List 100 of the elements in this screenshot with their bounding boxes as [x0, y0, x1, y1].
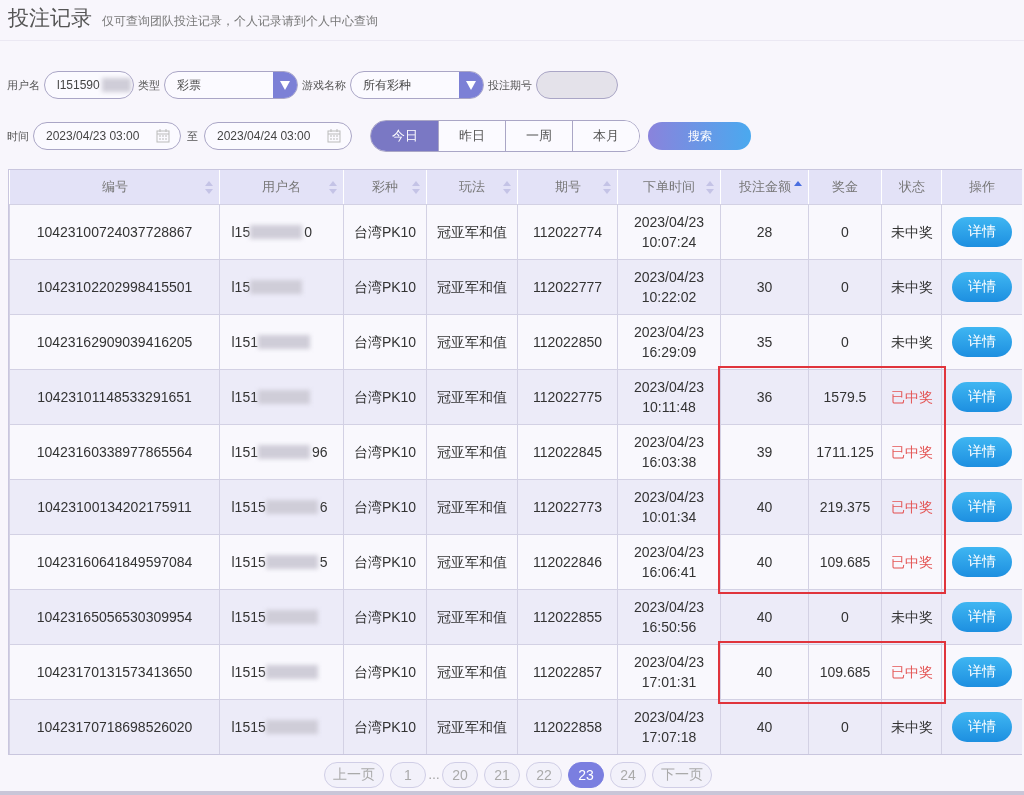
page-button[interactable]: 21 [484, 762, 520, 788]
table-cell-text: 2023/04/23 [633, 598, 705, 617]
table-cell-text: 冠亚军和值 [437, 718, 507, 737]
table-cell-text: 0 [841, 608, 849, 627]
status-text: 已中奖 [890, 388, 933, 407]
table-cell-text: 台湾PK10 [353, 498, 417, 517]
table-cell-text: 96 [311, 443, 328, 462]
caret-icon [280, 80, 290, 90]
detail-button[interactable]: 详情 [952, 602, 1012, 632]
table-cell-text: 109.685 [819, 553, 871, 572]
type-dropdown[interactable]: 彩票 [164, 71, 298, 99]
page-button[interactable]: 24 [610, 762, 646, 788]
detail-button[interactable]: 详情 [952, 657, 1012, 687]
status-text: 未中奖 [890, 718, 933, 737]
table-cell-text: 36 [756, 388, 773, 407]
table-cell-text: 台湾PK10 [353, 388, 417, 407]
column-header[interactable]: 用户名 [219, 170, 343, 204]
next-page-button[interactable]: 下一页 [652, 762, 712, 788]
status-text: 已中奖 [890, 663, 933, 682]
table-cell-text: 40 [756, 498, 773, 517]
table-cell-text: 2023/04/23 [633, 543, 705, 562]
table-cell-text: 台湾PK10 [353, 223, 417, 242]
calendar-icon [327, 129, 341, 143]
end-date-field[interactable]: 2023/04/24 03:00 [204, 122, 352, 150]
column-header[interactable]: 下单时间 [617, 170, 720, 204]
blurred-patch [101, 78, 131, 92]
blurred-patch [265, 665, 318, 679]
detail-button[interactable]: 详情 [952, 547, 1012, 577]
search-button[interactable]: 搜索 [648, 122, 751, 150]
table-cell-text: 109.685 [819, 663, 871, 682]
username-field[interactable]: l151590 [44, 71, 134, 99]
table-cell-text: 2023/04/23 [633, 213, 705, 232]
type-label: 类型 [138, 77, 160, 93]
table-cell-text: 冠亚军和值 [437, 223, 507, 242]
period-field[interactable] [536, 71, 618, 99]
table-cell-text: 10:11:48 [642, 398, 696, 417]
table-cell-text: l151 [231, 333, 258, 352]
range-tab[interactable]: 本月 [572, 121, 639, 151]
page-button[interactable]: 20 [442, 762, 478, 788]
table-cell-text: 冠亚军和值 [437, 278, 507, 297]
table-cell-text: 10423160338977865564 [36, 443, 193, 462]
table-cell-text: l151 [231, 443, 258, 462]
table-cell-text: 16:03:38 [641, 453, 697, 472]
detail-button[interactable]: 详情 [952, 217, 1012, 247]
detail-button[interactable]: 详情 [952, 382, 1012, 412]
page-button[interactable]: 22 [526, 762, 562, 788]
range-tab[interactable]: 一周 [505, 121, 572, 151]
detail-button[interactable]: 详情 [952, 492, 1012, 522]
status-text: 未中奖 [890, 333, 933, 352]
table-cell-text: 0 [841, 333, 849, 352]
table-cell-text: 冠亚军和值 [437, 498, 507, 517]
table-cell-text: 16:50:56 [641, 618, 697, 637]
calendar-icon [156, 129, 170, 143]
range-tab[interactable]: 昨日 [438, 121, 505, 151]
game-dropdown[interactable]: 所有彩种 [350, 71, 484, 99]
column-header[interactable]: 编号 [9, 170, 219, 204]
column-header[interactable]: 玩法 [426, 170, 517, 204]
table-cell-text: 冠亚军和值 [437, 663, 507, 682]
table-cell-text: 10423165056530309954 [36, 608, 193, 627]
detail-button[interactable]: 详情 [952, 712, 1012, 742]
detail-button[interactable]: 详情 [952, 437, 1012, 467]
table-cell-text: l1515 [231, 608, 266, 627]
table-cell-text: 10423102202998415501 [36, 278, 193, 297]
table-cell-text: 39 [756, 443, 773, 462]
start-date-field[interactable]: 2023/04/23 03:00 [33, 122, 181, 150]
table-cell-text: l1515 [231, 498, 266, 517]
page-button[interactable]: 1 [390, 762, 426, 788]
page-button[interactable]: 23 [568, 762, 604, 788]
column-header[interactable]: 期号 [517, 170, 617, 204]
table-cell-text: 冠亚军和值 [437, 553, 507, 572]
status-text: 未中奖 [890, 223, 933, 242]
table-cell-text: 17:07:18 [641, 728, 697, 747]
status-text: 未中奖 [890, 278, 933, 297]
table-cell-text: 台湾PK10 [353, 333, 417, 352]
blurred-patch [265, 555, 318, 569]
table-cell-text: 台湾PK10 [353, 443, 417, 462]
column-header[interactable]: 投注金额 [720, 170, 808, 204]
column-header[interactable]: 彩种 [343, 170, 426, 204]
blurred-patch [257, 445, 310, 459]
blurred-patch [257, 390, 310, 404]
table-cell-text: 2023/04/23 [633, 323, 705, 342]
range-tab[interactable]: 今日 [371, 121, 438, 151]
table-cell-text: 112022858 [532, 718, 602, 737]
table-cell-text: 219.375 [819, 498, 871, 517]
to-label: 至 [187, 128, 198, 144]
table-cell-text: 10423100134202175911 [37, 498, 192, 517]
table-cell-text: 5 [319, 553, 328, 572]
status-text: 已中奖 [890, 443, 933, 462]
detail-button[interactable]: 详情 [952, 327, 1012, 357]
table-cell-text: 40 [756, 663, 773, 682]
table-cell-text: 35 [756, 333, 773, 352]
table-cell-text: 10:01:34 [641, 508, 697, 527]
table-cell-text: l15 [231, 278, 251, 297]
detail-button[interactable]: 详情 [952, 272, 1012, 302]
blurred-patch [250, 280, 303, 294]
period-label: 投注期号 [488, 77, 532, 93]
table-cell-text: 冠亚军和值 [437, 388, 507, 407]
prev-page-button[interactable]: 上一页 [324, 762, 384, 788]
table-cell-text: 10423100724037728867 [36, 223, 193, 242]
table-cell-text: 112022857 [532, 663, 602, 682]
